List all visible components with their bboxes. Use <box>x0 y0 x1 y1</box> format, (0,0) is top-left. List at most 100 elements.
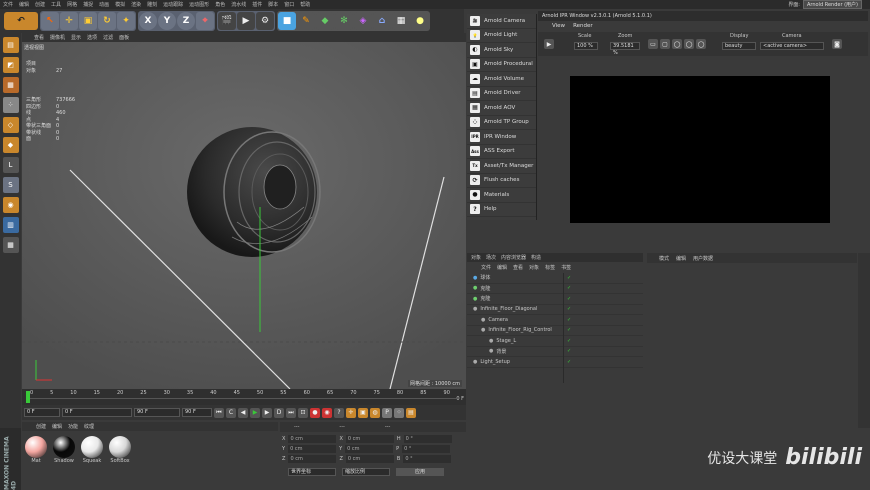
lock-icon[interactable]: ▦ <box>2 237 19 253</box>
object-visibility-icon[interactable]: ✓ <box>567 306 571 312</box>
end-frame-field[interactable]: 90 F <box>182 408 212 417</box>
perspective-viewport[interactable]: 查看 摄像机 显示 选项 过滤 面板 透视视图 项目 对象 27 三角形 737666 四边形 <box>22 33 466 389</box>
layer-icon[interactable]: ▥ <box>2 217 19 233</box>
layout-dropdown[interactable]: Arnold Render (用户) <box>802 0 862 9</box>
coord-field[interactable]: 0 ° <box>403 435 452 443</box>
om-menu-item[interactable]: 编辑 <box>497 264 507 271</box>
object-row[interactable]: ● 球体 ✓ <box>467 273 643 284</box>
menu-item[interactable]: 创建 <box>32 1 48 8</box>
timeline-window-icon[interactable]: ▤ <box>406 407 416 418</box>
coord-system-icon[interactable]: ⌖ <box>196 12 214 30</box>
object-visibility-icon[interactable]: ✓ <box>567 327 571 333</box>
menu-item[interactable]: 运动图形 <box>186 1 212 8</box>
select-icon[interactable]: ↖ <box>41 12 59 30</box>
object-row[interactable]: ● 背景 ✓ <box>467 347 643 357</box>
region-icon[interactable]: ▭ <box>648 39 658 49</box>
next-frame-icon[interactable]: ▶ <box>262 407 272 418</box>
cloner-icon[interactable]: ✻ <box>335 12 353 30</box>
viewport-menu-item[interactable]: 选项 <box>87 34 97 41</box>
object-row[interactable]: ● 克隆 ✓ <box>467 284 643 294</box>
viewport-menu-item[interactable]: 显示 <box>71 34 81 41</box>
axis-mode-icon[interactable]: L <box>2 157 19 173</box>
material-swatch[interactable]: Shadow <box>52 436 76 464</box>
scene-icon[interactable]: ⌂ <box>373 12 391 30</box>
material-swatch[interactable]: Mat <box>24 436 48 464</box>
menu-item[interactable]: 工具 <box>48 1 64 8</box>
object-visibility-icon[interactable]: ✓ <box>567 348 571 354</box>
render-view-icon[interactable]: 🎬 <box>218 12 236 30</box>
ipr-menu-render[interactable]: Render <box>573 23 593 29</box>
menu-item[interactable]: 角色 <box>212 1 228 8</box>
om-tab[interactable]: 对象 <box>471 254 481 261</box>
snapshot-icon[interactable]: ▢ <box>660 39 670 49</box>
prev-frame-icon[interactable]: ◀ <box>238 407 248 418</box>
camera-dropdown[interactable]: <active camera> <box>760 42 824 50</box>
arnold-menu-item[interactable]: ⁘ Arnold TP Group <box>467 116 536 130</box>
play-forward-icon[interactable]: ▶ <box>250 407 260 418</box>
cube-icon[interactable]: ■ <box>278 12 296 30</box>
render-preview[interactable] <box>570 76 830 223</box>
coord-field[interactable]: 0 cm <box>288 445 337 453</box>
menu-item[interactable]: 捕捉 <box>80 1 96 8</box>
om-tab[interactable]: 构造 <box>531 254 541 261</box>
om-tab[interactable]: 场次 <box>486 254 496 261</box>
recent-icon[interactable]: ✦ <box>117 12 135 30</box>
ipr-menu-view[interactable]: View <box>552 23 565 29</box>
object-visibility-icon[interactable]: ✓ <box>567 285 571 291</box>
start-frame-field[interactable]: 0 F <box>24 408 60 417</box>
attr-menu-item[interactable]: 模式 <box>659 255 669 262</box>
menu-item[interactable]: 网格 <box>64 1 80 8</box>
material-menu-item[interactable]: 功能 <box>68 423 78 430</box>
display-dropdown[interactable]: beauty <box>722 42 756 50</box>
object-row[interactable]: ● 克隆 ✓ <box>467 294 643 305</box>
apply-button[interactable]: 应用 <box>396 468 444 476</box>
object-row[interactable]: ● Stage_L ✓ <box>467 336 643 347</box>
deformer-icon[interactable]: ◈ <box>354 12 372 30</box>
go-end-icon[interactable]: ⏭ <box>286 407 296 418</box>
autokey-icon[interactable]: ◉ <box>322 407 332 418</box>
snap-icon[interactable]: S <box>2 177 19 193</box>
viewport-menu-item[interactable]: 查看 <box>34 34 44 41</box>
clear-icon[interactable]: ◯ <box>684 39 694 49</box>
arnold-menu-item[interactable]: 🎥 Arnold Camera <box>467 14 536 29</box>
menu-item[interactable]: 帮助 <box>297 1 313 8</box>
polygons-mode-icon[interactable]: ◆ <box>2 137 19 153</box>
next-key-icon[interactable]: D <box>274 407 284 418</box>
menu-item[interactable]: 编辑 <box>16 1 32 8</box>
arnold-menu-item[interactable]: ⟳ Flush caches <box>467 174 536 188</box>
coord-field[interactable]: 0 cm <box>345 435 394 443</box>
material-menu-item[interactable]: 纹理 <box>84 423 94 430</box>
attr-menu-item[interactable]: 用户数据 <box>693 255 713 262</box>
arnold-menu-item[interactable]: ▦ Arnold AOV <box>467 101 536 116</box>
object-visibility-icon[interactable]: ✓ <box>567 359 571 365</box>
om-menu-item[interactable]: 文件 <box>481 264 491 271</box>
arnold-menu-item[interactable]: ◐ Arnold Sky <box>467 43 536 58</box>
record-icon[interactable]: ● <box>310 407 320 418</box>
menu-item[interactable]: 文件 <box>0 1 16 8</box>
menu-item[interactable]: 动画 <box>96 1 112 8</box>
viewport-menu-item[interactable]: 面板 <box>119 34 129 41</box>
param-key-icon[interactable]: P <box>382 407 392 418</box>
render-settings-icon[interactable]: ⚙ <box>256 12 274 30</box>
menu-item[interactable]: 插件 <box>249 1 265 8</box>
texture-mode-icon[interactable]: ◩ <box>2 57 19 73</box>
scale-key-icon[interactable]: ▣ <box>358 407 368 418</box>
arnold-menu-item[interactable]: ● Materials <box>467 188 536 203</box>
edges-mode-icon[interactable]: ◇ <box>2 117 19 133</box>
coord-field[interactable]: 0 cm <box>288 455 337 463</box>
save-image-icon[interactable]: ◙ <box>832 39 842 49</box>
loop-icon[interactable]: ⊡ <box>298 407 308 418</box>
coord-field[interactable]: 0 ° <box>402 445 451 453</box>
compare-icon[interactable]: ◯ <box>696 39 706 49</box>
material-menu-item[interactable]: 创建 <box>36 423 46 430</box>
menu-item[interactable]: 雕刻 <box>144 1 160 8</box>
arnold-menu-item[interactable]: Ass ASS Export <box>467 145 536 159</box>
object-row[interactable]: ● Light_Setup ✓ <box>467 357 643 368</box>
object-row[interactable]: ● Camera ✓ <box>467 315 643 326</box>
object-visibility-icon[interactable]: ✓ <box>567 317 571 323</box>
object-visibility-icon[interactable]: ✓ <box>567 275 571 281</box>
layout-selector[interactable]: 界面: Arnold Render (用户) <box>788 0 862 9</box>
rotate-icon[interactable]: ↻ <box>98 12 116 30</box>
om-tab[interactable]: 内容浏览器 <box>501 254 526 261</box>
menu-item[interactable]: 模拟 <box>112 1 128 8</box>
